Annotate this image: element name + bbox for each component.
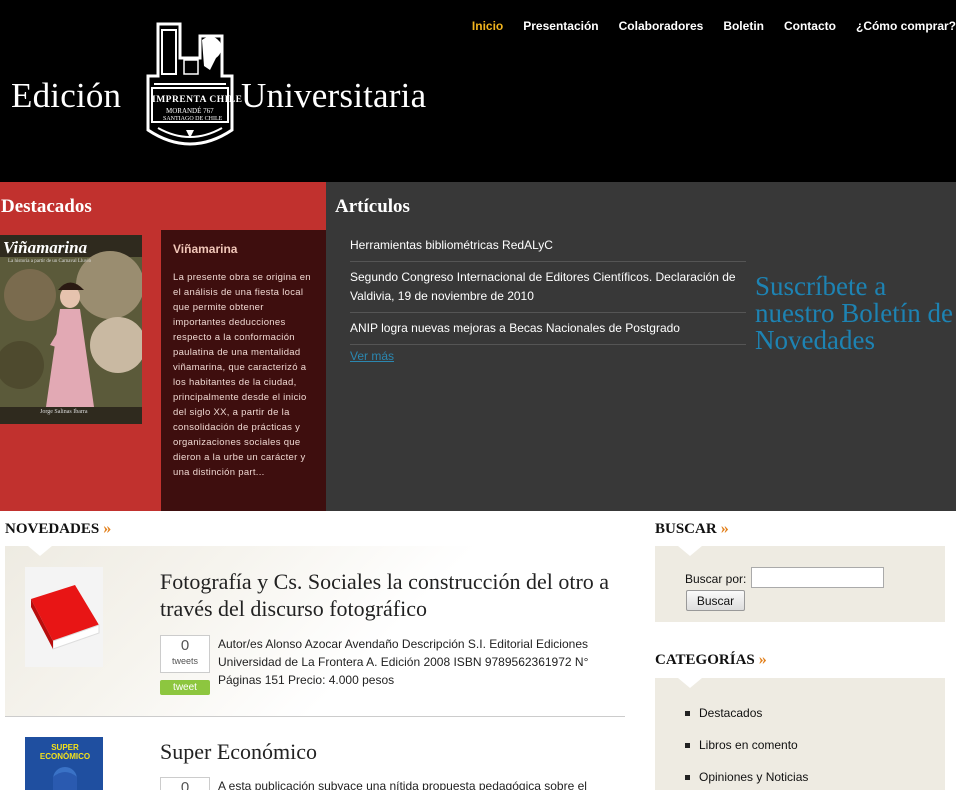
book-thumbnail-red[interactable]: [25, 567, 103, 667]
cover-title: Viñamarina: [3, 238, 88, 257]
bullet-square-icon: [685, 711, 690, 717]
chevron-right-icon: »: [103, 520, 112, 537]
category-label: Opiniones y Noticias: [699, 770, 809, 784]
category-label: Destacados: [699, 706, 763, 720]
featured-book-excerpt: La presente obra se origina en el anális…: [173, 272, 311, 478]
featured-description-box: Viñamarina La presente obra se origina e…: [161, 230, 326, 511]
category-item[interactable]: Destacados: [685, 704, 808, 736]
categorias-title: CATEGORÍAS: [655, 652, 755, 668]
tweet-count: 0: [180, 779, 190, 790]
divider: [5, 716, 625, 717]
panel-pointer: [678, 546, 702, 556]
article-link[interactable]: Herramientas bibliométricas RedALyC: [350, 230, 746, 262]
tweet-button[interactable]: tweet: [160, 680, 210, 695]
buscar-heading: BUSCAR»: [655, 520, 729, 538]
category-item[interactable]: Opiniones y Noticias: [685, 768, 808, 790]
cover-subtitle: La historia a partir de un Carnaval Lluv…: [8, 259, 92, 264]
category-label: Libros en comento: [699, 738, 798, 752]
articulos-panel: Artículos Herramientas bibliométricas Re…: [326, 182, 956, 511]
nav-item-como-comprar[interactable]: ¿Cómo comprar?: [856, 19, 956, 33]
cover-text-super-economico: SUPER ECONÓMICO: [39, 743, 91, 761]
destacados-panel: Destacados Viñamarina La historia a part…: [0, 182, 326, 511]
nav-item-boletin[interactable]: Boletin: [723, 19, 764, 33]
book-title-fotografia[interactable]: Fotografía y Cs. Sociales la construcció…: [160, 568, 620, 622]
novedades-heading: NOVEDADES»: [5, 520, 111, 538]
search-label: Buscar por:: [685, 572, 747, 586]
categories-list: Destacados Libros en comento Opiniones y…: [685, 704, 808, 790]
featured-book-title[interactable]: Viñamarina: [173, 242, 318, 256]
logo-text-left[interactable]: Edición: [11, 76, 121, 116]
categorias-heading: CATEGORÍAS»: [655, 651, 767, 669]
newsletter-subscribe-link[interactable]: Suscríbete a nuestro Boletín de Novedade…: [755, 273, 955, 354]
category-item[interactable]: Libros en comento: [685, 736, 808, 768]
tweet-counter: 0: [160, 777, 210, 790]
book-title-super-economico[interactable]: Super Económico: [160, 738, 620, 765]
featured-band: Destacados Viñamarina La historia a part…: [0, 182, 956, 511]
main-nav: Inicio Presentación Colaboradores Boleti…: [452, 19, 956, 33]
article-link[interactable]: Segundo Congreso Internacional de Editor…: [350, 262, 746, 313]
articulos-title: Artículos: [335, 196, 410, 217]
tweet-count-label: tweets: [171, 656, 198, 666]
site-header: Edición IMPRENTA CHILE MORANDÉ 767 SANTI…: [0, 0, 956, 182]
tweet-counter: 0 tweets: [160, 635, 210, 673]
nav-item-presentacion[interactable]: Presentación: [523, 19, 598, 33]
chevron-right-icon: »: [758, 651, 767, 668]
novedades-title: NOVEDADES: [5, 521, 100, 537]
articles-list: Herramientas bibliométricas RedALyC Segu…: [350, 230, 746, 345]
chevron-right-icon: »: [720, 520, 729, 537]
emblem-text-address: MORANDÉ 767: [166, 107, 214, 115]
book-description: A esta publicación subyace una nítida pr…: [218, 779, 587, 790]
bullet-square-icon: [685, 775, 690, 781]
destacados-title: Destacados: [1, 196, 92, 217]
nav-item-colaboradores[interactable]: Colaboradores: [619, 19, 704, 33]
panel-pointer: [28, 546, 52, 556]
search-input[interactable]: [751, 567, 884, 588]
cover-author: Jorge Salinas Ibarra: [40, 409, 88, 415]
panel-pointer: [678, 678, 702, 688]
book-description: Autor/es Alonso Azocar Avendaño Descripc…: [218, 637, 589, 687]
emblem-text-city: SANTIAGO DE CHILE: [163, 116, 223, 122]
nav-item-inicio[interactable]: Inicio: [472, 19, 503, 33]
tweet-count: 0: [180, 637, 190, 654]
article-link[interactable]: ANIP logra nuevas mejoras a Becas Nacion…: [350, 313, 746, 345]
search-button[interactable]: Buscar: [686, 590, 745, 611]
nav-item-contacto[interactable]: Contacto: [784, 19, 836, 33]
ver-mas-link[interactable]: Ver más: [350, 349, 394, 363]
buscar-title: BUSCAR: [655, 521, 717, 537]
emblem-text-imprenta: IMPRENTA CHILE: [152, 95, 243, 105]
logo-text-right[interactable]: Universitaria: [241, 76, 426, 116]
bullet-square-icon: [685, 743, 690, 749]
imprenta-emblem-logo[interactable]: [140, 18, 240, 152]
